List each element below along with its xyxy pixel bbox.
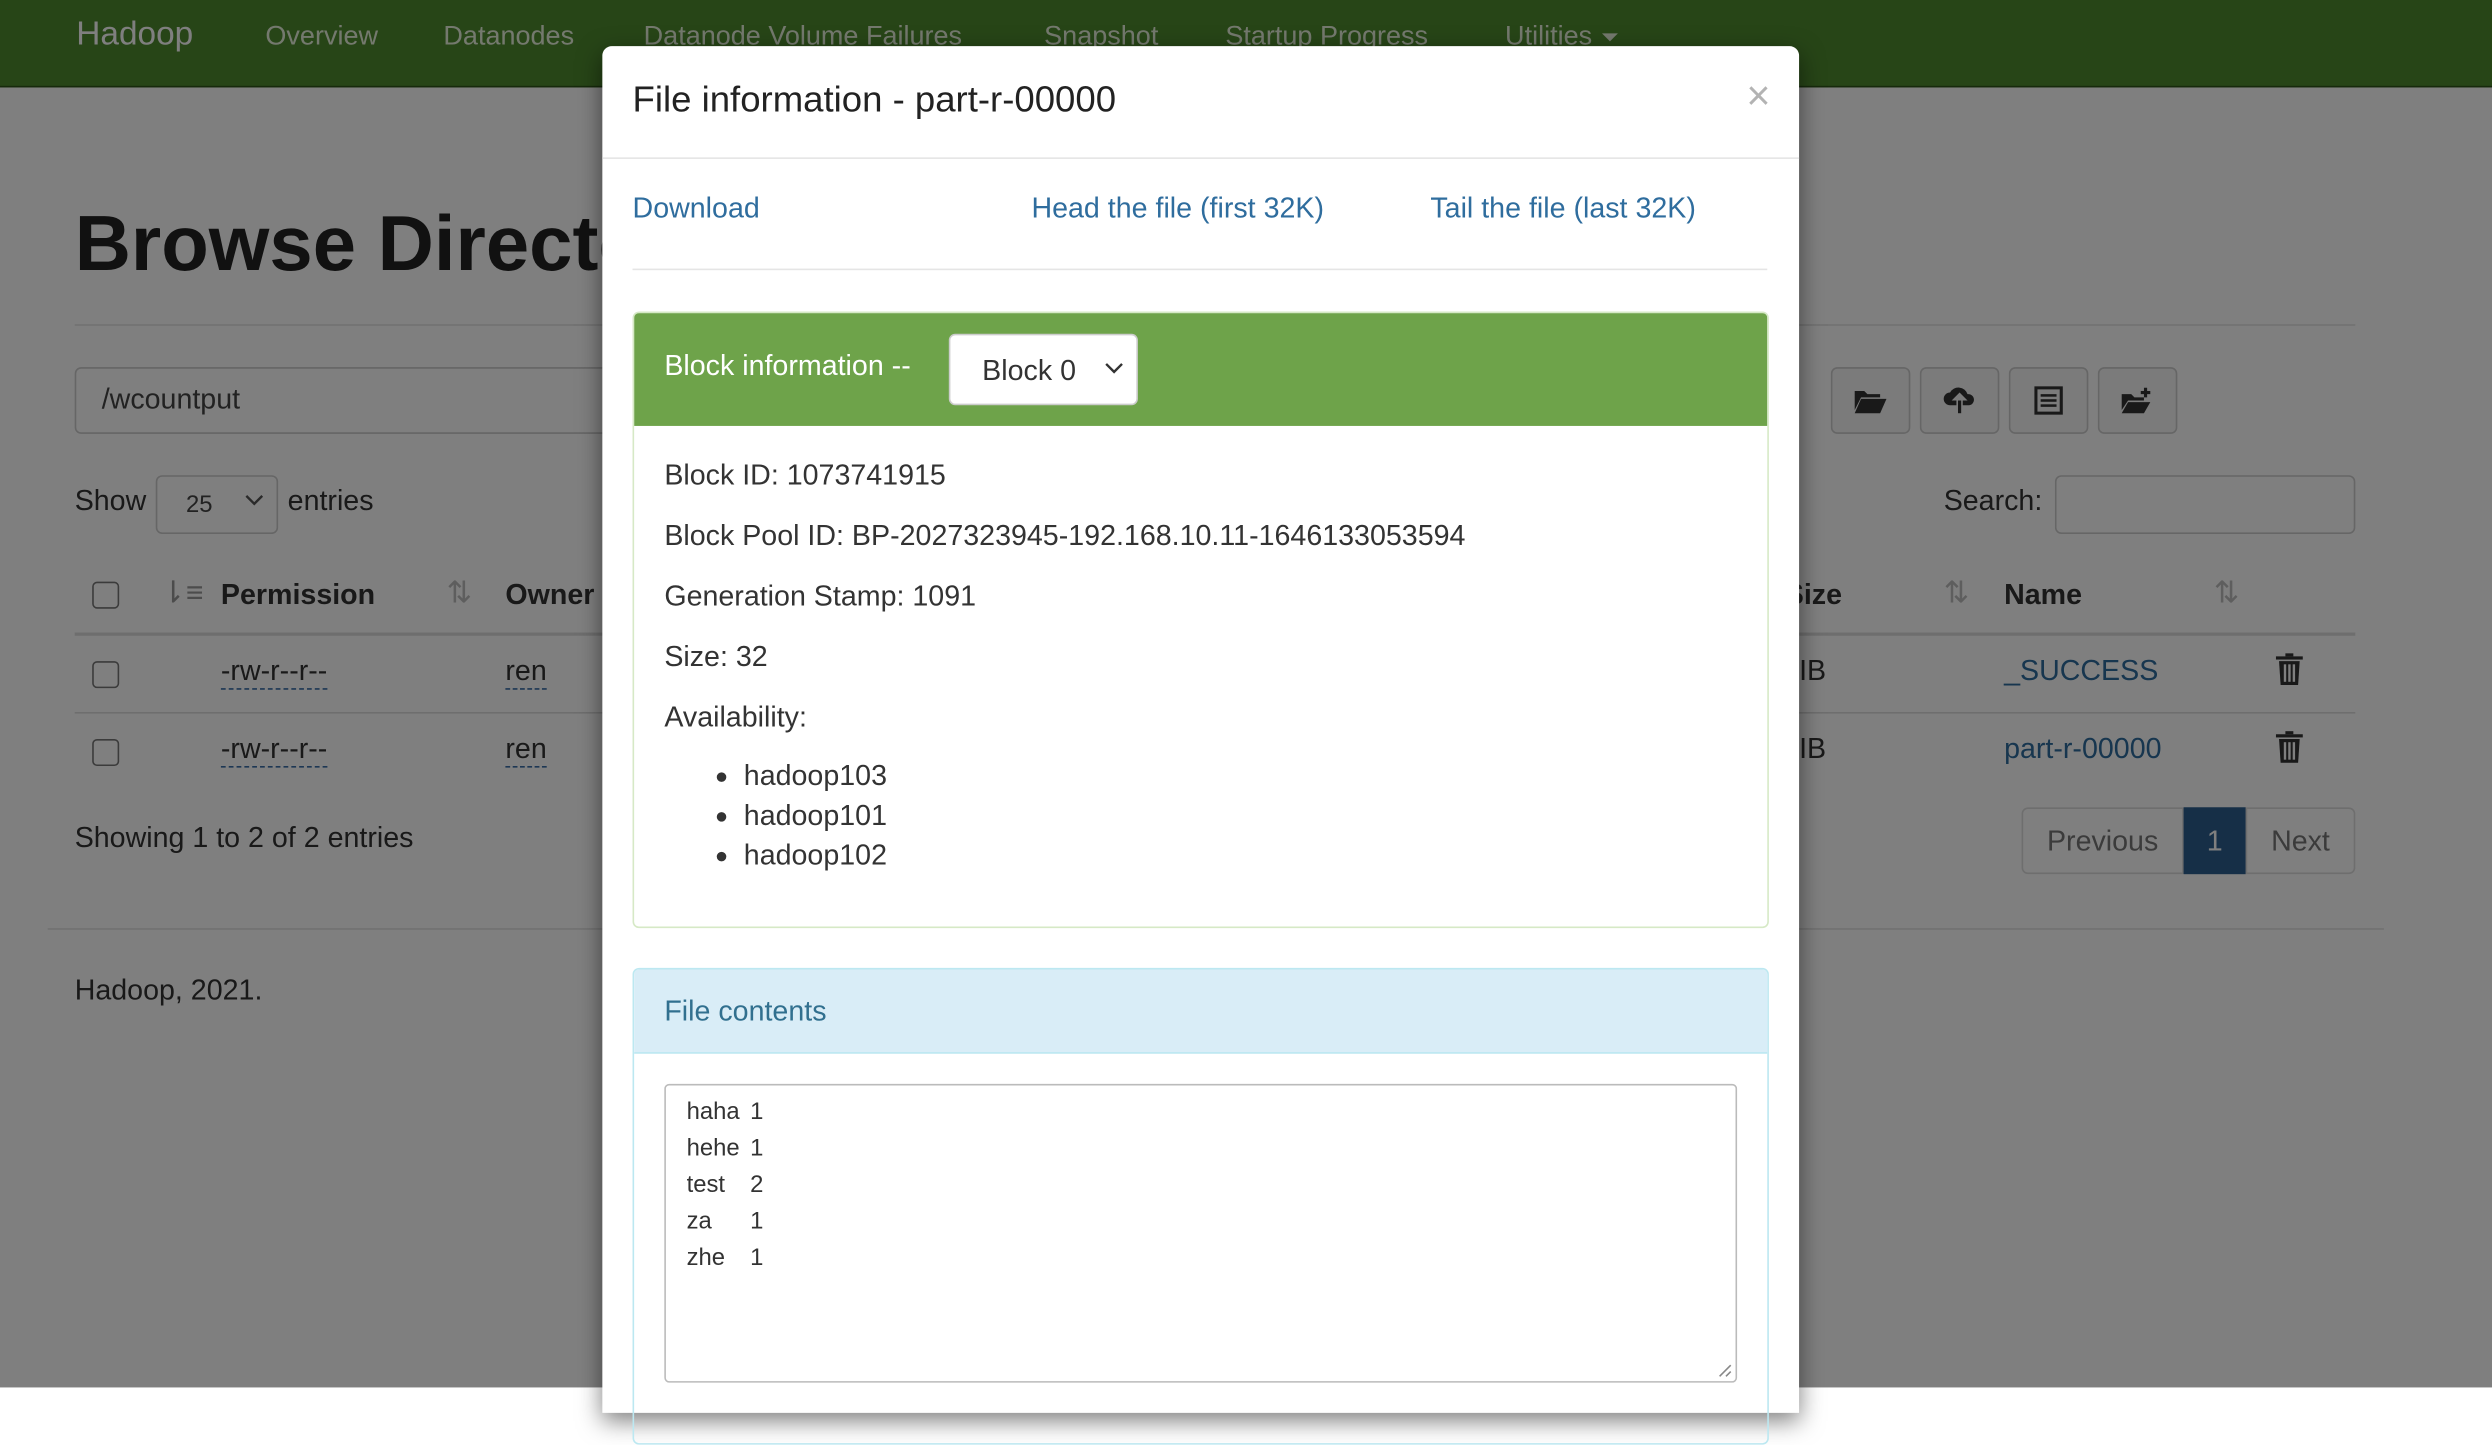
block-size: Size: 32 — [664, 640, 768, 673]
file-line-count: 1 — [750, 1134, 764, 1162]
tail-file-link[interactable]: Tail the file (last 32K) — [1430, 192, 1696, 225]
file-line-word: test — [686, 1171, 726, 1199]
divider — [632, 268, 1768, 271]
file-line: hehe 1 — [687, 1135, 764, 1162]
availability-host: hadoop103 — [743, 759, 887, 792]
file-contents-textarea[interactable]: haha 1 hehe 1 test 2 za 1 zhe 1 — [664, 1083, 1738, 1383]
block-id: Block ID: 1073741915 — [664, 459, 946, 492]
file-contents-panel: File contents haha 1 hehe 1 test 2 za 1 zhe 1 — [632, 967, 1769, 1445]
file-line-word: zhe — [686, 1244, 726, 1272]
file-line-count: 2 — [750, 1171, 764, 1199]
block-information-panel: Block information -- Block 0 Block ID: 1… — [632, 311, 1769, 929]
file-contents-header: File contents — [634, 969, 1768, 1054]
head-file-link[interactable]: Head the file (first 32K) — [1031, 192, 1324, 225]
bullet — [716, 851, 727, 862]
modal-header-divider — [602, 157, 1800, 159]
modal-title: File information - part-r-00000 — [632, 77, 1117, 120]
file-line-word: haha — [686, 1098, 740, 1126]
file-line-count: 1 — [750, 1207, 764, 1235]
file-line-word: hehe — [686, 1134, 740, 1162]
file-line-word: za — [686, 1207, 712, 1235]
resize-handle-icon[interactable] — [1716, 1362, 1732, 1378]
block-information-header: Block information -- Block 0 — [634, 313, 1768, 426]
block-select-value: Block 0 — [982, 354, 1076, 387]
availability-host: hadoop102 — [743, 839, 887, 871]
file-line: test 2 — [687, 1171, 764, 1198]
chevron-down-icon — [1105, 363, 1123, 374]
file-line: za 1 — [687, 1208, 764, 1235]
generation-stamp: Generation Stamp: 1091 — [664, 580, 977, 612]
block-information-label: Block information -- — [664, 349, 911, 382]
availability-host: hadoop101 — [743, 799, 887, 832]
bullet — [716, 812, 727, 822]
block-select[interactable]: Block 0 — [948, 333, 1138, 406]
file-line: zhe 1 — [687, 1244, 764, 1271]
bullet — [716, 772, 727, 782]
file-line-count: 1 — [750, 1098, 764, 1126]
file-information-modal: File information - part-r-00000 × Downlo… — [602, 46, 1800, 1445]
download-link[interactable]: Download — [633, 192, 760, 225]
availability-label: Availability: — [664, 700, 807, 733]
file-line-count: 1 — [750, 1244, 764, 1272]
close-icon[interactable]: × — [1746, 72, 1770, 121]
file-line: haha 1 — [687, 1098, 764, 1125]
file-contents-label: File contents — [664, 994, 827, 1027]
block-pool-id: Block Pool ID: BP-2027323945-192.168.10.… — [664, 519, 1466, 552]
